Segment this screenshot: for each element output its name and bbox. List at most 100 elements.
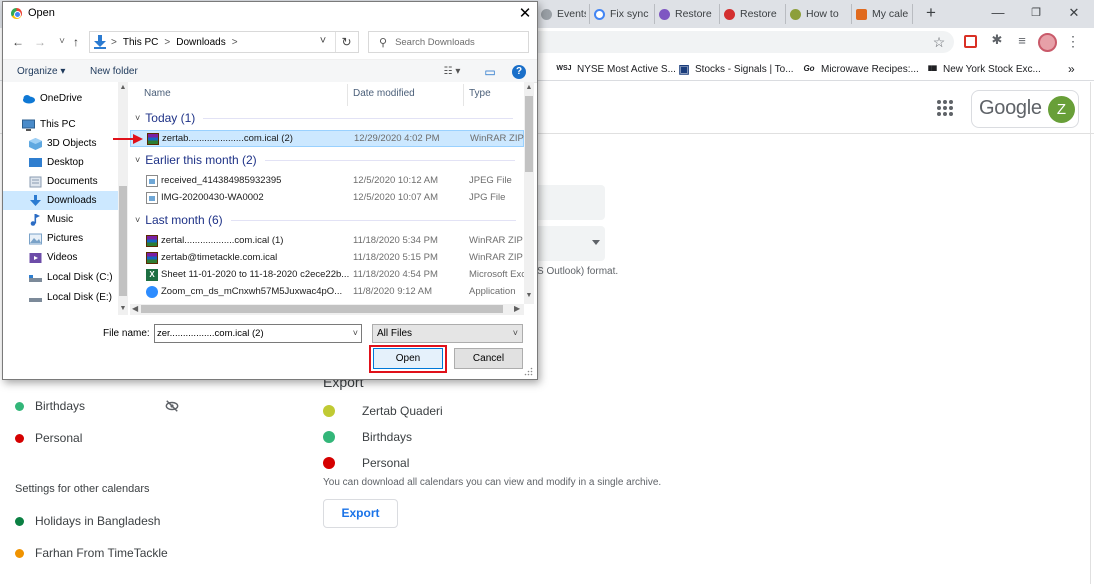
scroll-thumb[interactable] [119,186,127,296]
file-name-value: zer.................com.ical (2) [157,328,264,339]
open-button-highlight [369,345,447,373]
column-date-header[interactable]: Date modified [353,88,415,99]
nav-item-music[interactable]: Music [3,210,120,229]
tab-restore-2[interactable]: Restore [719,4,779,24]
onedrive-icon [23,94,35,103]
bookmarks-overflow-button[interactable]: » [1068,61,1075,77]
organize-button[interactable]: Organize ▾ [17,66,65,77]
scroll-right-icon[interactable]: ▶ [514,304,520,313]
dialog-title-bar[interactable]: Open ✕ [3,2,537,26]
group-header-earlier-this-month[interactable]: ˅ Earlier this month (2) [135,152,515,168]
forward-arrow-icon[interactable]: → [33,34,47,50]
nav-item-this-pc[interactable]: This PC [3,115,120,134]
sidebar-calendar-holidays[interactable]: Holidays in Bangladesh [15,513,160,529]
import-file-field[interactable] [537,185,605,220]
file-row[interactable]: IMG-20200430-WA0002 12/5/2020 10:07 AM J… [130,190,524,207]
nav-pane-scrollbar[interactable]: ▲ ▼ [118,82,128,315]
profile-avatar[interactable] [1038,33,1057,52]
dialog-close-button[interactable]: ✕ [515,4,535,24]
column-separator[interactable] [347,84,348,106]
media-playlist-icon[interactable]: ≡ [1014,33,1030,49]
file-row[interactable]: zertal...................com.ical (1) 11… [130,233,524,250]
nav-item-documents[interactable]: Documents [3,172,120,191]
file-type-filter[interactable]: All Files ˅ [372,324,523,343]
preview-pane-icon[interactable]: ▭ [483,65,497,79]
recent-locations-icon[interactable]: ˅ [55,34,69,50]
sidebar-calendar-personal[interactable]: Personal [15,430,82,446]
file-list-horizontal-scrollbar[interactable]: ◀ ▶ [130,304,524,315]
tab-fix-sync[interactable]: Fix sync [589,4,649,24]
file-row[interactable]: zertab.....................com.ical (2) … [130,130,525,147]
sidebar-calendar-farhan[interactable]: Farhan From TimeTackle [15,545,168,561]
column-name-header[interactable]: Name [144,88,171,99]
group-header-today[interactable]: ˅ Today (1) [135,110,514,126]
up-arrow-icon[interactable]: ↑ [69,34,83,50]
google-account-card[interactable]: Google Z [971,90,1079,128]
scroll-left-icon[interactable]: ◀ [132,304,138,313]
other-calendars-heading: Settings for other calendars [15,483,150,495]
red-pointer-arrow-icon [113,134,143,144]
scroll-down-icon[interactable]: ▼ [118,305,128,312]
minimize-button[interactable]: — [978,2,1018,24]
refresh-icon[interactable]: ↻ [335,32,357,52]
sidebar-calendar-birthdays[interactable]: Birthdays [15,398,85,414]
tab-restore-1[interactable]: Restore [654,4,716,24]
restore-button[interactable]: ❐ [1016,2,1056,24]
address-breadcrumb[interactable]: > This PC > Downloads > ˅ ↻ [89,31,359,53]
column-type-header[interactable]: Type [469,88,491,99]
back-arrow-icon[interactable]: ← [11,34,25,50]
calendar-label: Birthdays [362,430,413,444]
group-header-last-month[interactable]: ˅ Last month (6) [135,212,516,228]
scroll-up-icon[interactable]: ▲ [524,84,534,91]
bookmark-stocks-signals[interactable]: ▣ Stocks - Signals | To... [678,61,793,77]
chevron-down-icon[interactable]: ˅ [353,325,358,342]
bookmark-nyse[interactable]: WSJ NYSE Most Active S... [556,61,676,77]
chrome-menu-icon[interactable]: ⋮ [1066,33,1080,49]
chevron-down-icon[interactable]: ˅ [316,35,330,47]
bookmark-microwave-recipes[interactable]: Go Microwave Recipes:... [802,61,918,77]
tab-events[interactable]: Events [536,4,586,24]
navigation-pane: OneDrive This PC 3D Objects Desktop Docu… [3,82,130,315]
file-name-input[interactable]: zer.................com.ical (2) ˅ [154,324,362,343]
extension-pocket-icon[interactable] [964,35,977,48]
breadcrumb-downloads[interactable]: Downloads [176,37,225,48]
scroll-thumb[interactable] [525,96,533,172]
new-folder-button[interactable]: New folder [90,66,138,77]
tab-how-to[interactable]: How to [785,4,845,24]
export-button[interactable]: Export [323,499,398,528]
cancel-button[interactable]: Cancel [454,348,523,369]
file-list-vertical-scrollbar[interactable]: ▲ ▼ [524,82,534,304]
nav-item-onedrive[interactable]: OneDrive [3,89,120,108]
column-separator[interactable] [463,84,464,106]
group-divider [264,159,515,161]
new-tab-button[interactable]: + [922,3,940,23]
nav-item-downloads[interactable]: Downloads [3,191,120,210]
nav-item-local-disk-c[interactable]: Local Disk (C:) [3,268,120,287]
view-options-icon[interactable]: ☷ ▾ [439,65,465,79]
nav-item-desktop[interactable]: Desktop [3,153,120,172]
nav-item-videos[interactable]: Videos [3,248,120,267]
bookmark-star-icon[interactable]: ☆ [931,34,947,50]
eye-off-icon[interactable] [165,399,179,413]
close-window-button[interactable]: ✕ [1054,2,1094,24]
scroll-down-icon[interactable]: ▼ [524,292,534,299]
bookmark-nyse-exchange[interactable]: ▮▮▮ New York Stock Exc... [926,61,1041,77]
file-row[interactable]: zertab@timetackle.com.ical 11/18/2020 5:… [130,250,524,267]
address-bar[interactable] [536,31,954,53]
file-row[interactable]: Zoom_cm_ds_mCnxwh57M5Juxwac4pO... 11/8/2… [130,284,524,301]
resize-grip-icon[interactable] [524,367,533,376]
zoom-app-icon [146,286,158,298]
file-row[interactable]: X Sheet 11-01-2020 to 11-18-2020 c2ece22… [130,267,524,284]
search-input[interactable]: ⚲ Search Downloads [368,31,529,53]
tab-my-calendar[interactable]: My cale [851,4,913,24]
breadcrumb-this-pc[interactable]: This PC [123,37,159,48]
extensions-puzzle-icon[interactable]: ✱ [989,32,1005,50]
nav-item-pictures[interactable]: Pictures [3,229,120,248]
help-icon[interactable]: ? [512,65,526,79]
nav-item-3d-objects[interactable]: 3D Objects [3,134,120,153]
scroll-thumb[interactable] [141,305,503,313]
file-row[interactable]: received_414384985932395 12/5/2020 10:12… [130,173,524,190]
google-apps-icon[interactable] [937,100,953,116]
nav-item-local-disk-e[interactable]: Local Disk (E:) [3,288,120,307]
scroll-up-icon[interactable]: ▲ [118,84,128,91]
